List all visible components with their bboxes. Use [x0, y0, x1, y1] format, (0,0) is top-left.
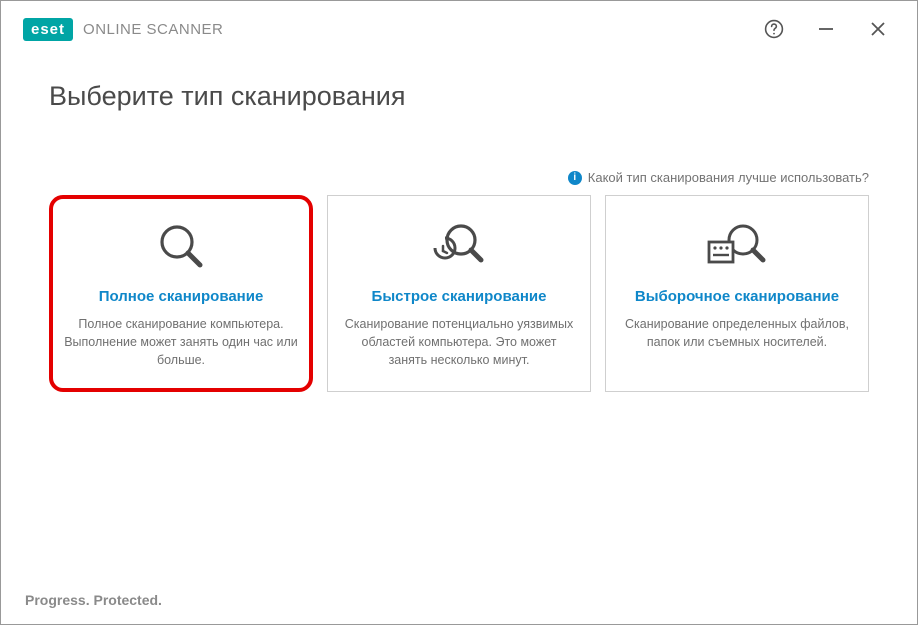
- product-name: ONLINE SCANNER: [83, 21, 223, 38]
- magnifier-icon: [153, 214, 209, 278]
- help-icon: [764, 19, 784, 39]
- brand-logo: eset: [23, 18, 73, 41]
- card-description: Сканирование определенных файлов, папок …: [620, 315, 854, 351]
- help-hint-row[interactable]: i Какой тип сканирования лучше использов…: [49, 170, 869, 185]
- help-hint-text: Какой тип сканирования лучше использоват…: [588, 170, 869, 185]
- card-title: Выборочное сканирование: [635, 288, 839, 305]
- titlebar: eset ONLINE SCANNER: [1, 1, 917, 57]
- card-title: Полное сканирование: [99, 288, 264, 305]
- magnifier-clock-icon: [429, 214, 489, 278]
- magnifier-list-icon: [705, 214, 769, 278]
- card-description: Полное сканирование компьютера. Выполнен…: [64, 315, 298, 369]
- help-button[interactable]: [753, 9, 795, 49]
- page-title: Выберите тип сканирования: [49, 81, 869, 112]
- full-scan-card[interactable]: Полное сканирование Полное сканирование …: [49, 195, 313, 392]
- close-icon: [870, 21, 886, 37]
- custom-scan-card[interactable]: Выборочное сканирование Сканирование опр…: [605, 195, 869, 392]
- app-window: eset ONLINE SCANNER Выберите тип сканиро…: [0, 0, 918, 625]
- close-button[interactable]: [857, 9, 899, 49]
- brand-tagline: Progress. Protected.: [25, 592, 893, 608]
- info-icon: i: [568, 171, 582, 185]
- minimize-icon: [817, 20, 835, 38]
- minimize-button[interactable]: [805, 9, 847, 49]
- quick-scan-card[interactable]: Быстрое сканирование Сканирование потенц…: [327, 195, 591, 392]
- footer: Progress. Protected.: [1, 592, 917, 624]
- scan-type-cards: Полное сканирование Полное сканирование …: [49, 195, 869, 392]
- card-description: Сканирование потенциально уязвимых облас…: [342, 315, 576, 369]
- card-title: Быстрое сканирование: [372, 288, 547, 305]
- content-area: Выберите тип сканирования i Какой тип ск…: [1, 57, 917, 592]
